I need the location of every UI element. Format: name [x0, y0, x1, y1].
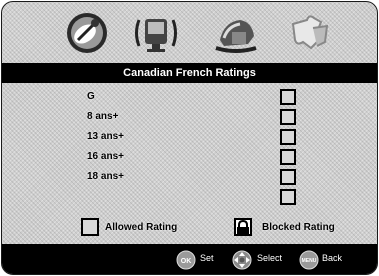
rating-label: 16 ans+	[87, 151, 124, 162]
ok-icon-text: OK	[181, 258, 192, 265]
blocked-rating-label: Blocked Rating	[262, 222, 335, 233]
rating-row[interactable]: 8 ans+	[2, 108, 377, 128]
select-label: Select	[257, 253, 283, 263]
navigation-pad-icon	[232, 250, 252, 270]
lock-icon	[234, 218, 252, 236]
control-hint-bar: OK Set Select MENU Back	[2, 244, 377, 274]
back-label: Back	[322, 253, 343, 263]
ratings-screen: Canadian French Ratings G 8 ans+ 13 ans+…	[1, 1, 378, 275]
tv-speaker-icon[interactable]	[133, 10, 179, 56]
set-label: Set	[200, 253, 214, 263]
rating-label: G	[87, 91, 95, 102]
rating-row[interactable]: 16 ans+	[2, 148, 377, 168]
rating-checkbox[interactable]	[280, 169, 296, 185]
parental-lock-icon[interactable]	[212, 10, 258, 56]
allowed-rating-label: Allowed Rating	[105, 222, 178, 233]
rating-checkbox[interactable]	[280, 89, 296, 105]
rating-checkbox[interactable]	[280, 189, 296, 205]
rating-checkbox[interactable]	[280, 109, 296, 125]
ok-button-icon: OK	[176, 250, 196, 270]
rating-label: 8 ans+	[87, 111, 119, 122]
rating-row[interactable]	[2, 188, 377, 208]
rating-checkbox[interactable]	[280, 129, 296, 145]
menu-icon-bar	[2, 2, 377, 62]
page-title: Canadian French Ratings	[2, 63, 377, 83]
rating-label: 13 ans+	[87, 131, 124, 142]
rating-row[interactable]: 13 ans+	[2, 128, 377, 148]
rating-row[interactable]: G	[2, 88, 377, 108]
rating-label: 18 ans+	[87, 171, 124, 182]
puzzle-icon[interactable]	[287, 10, 333, 56]
satellite-dish-icon[interactable]	[64, 10, 110, 56]
rating-checkbox[interactable]	[280, 149, 296, 165]
rating-row[interactable]: 18 ans+	[2, 168, 377, 188]
allowed-rating-icon	[81, 218, 99, 236]
menu-button-icon: MENU	[299, 250, 319, 270]
menu-icon-text: MENU	[302, 258, 317, 264]
rating-legend: Allowed Rating Blocked Rating	[2, 216, 377, 238]
